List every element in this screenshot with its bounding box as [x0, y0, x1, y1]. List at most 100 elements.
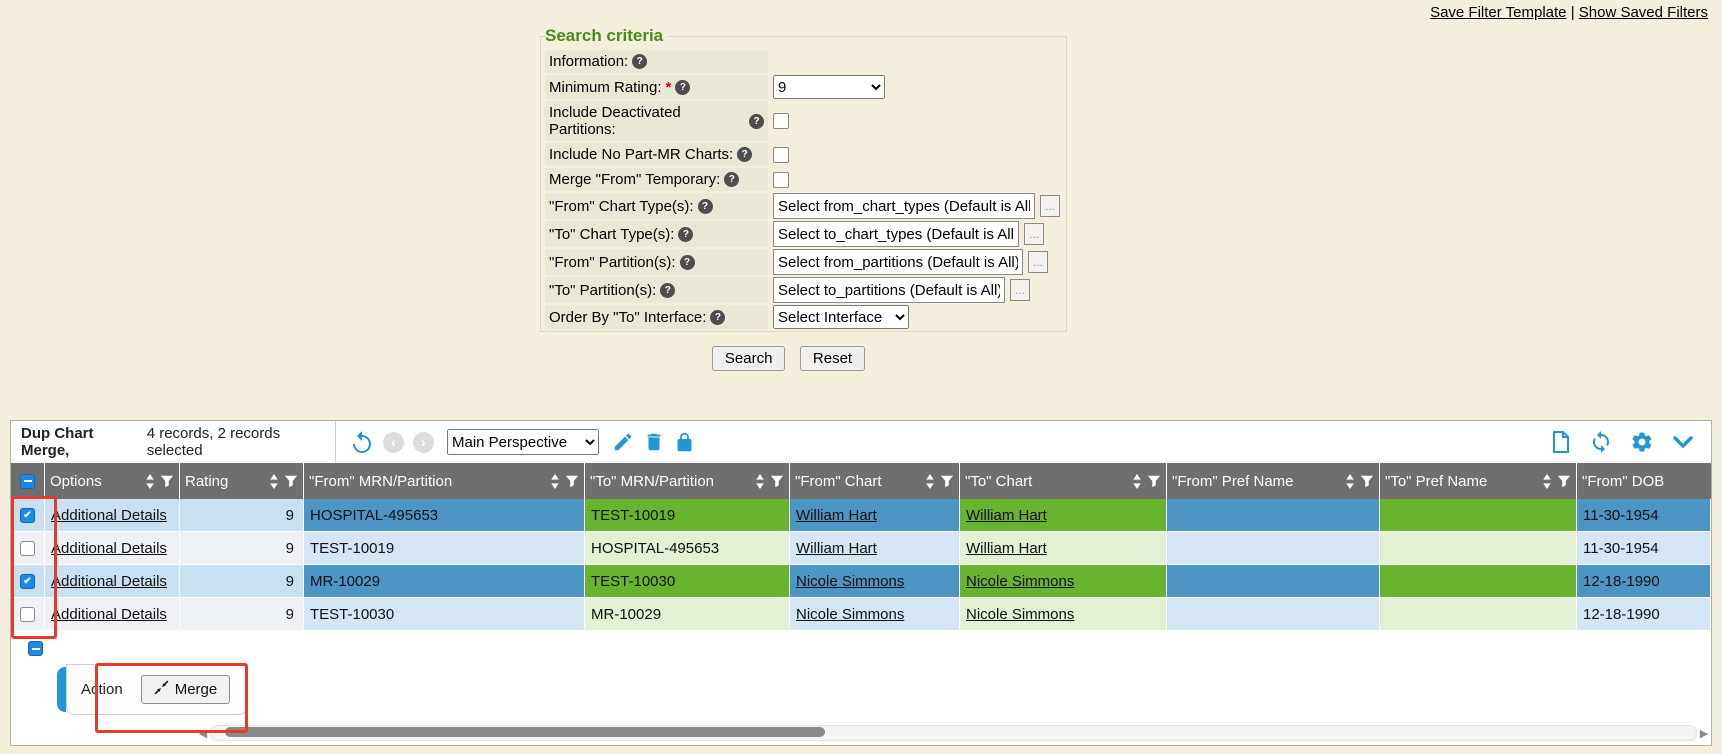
refresh-icon[interactable] [1589, 430, 1613, 454]
row-checkbox[interactable] [20, 574, 35, 589]
column-header-to-chart[interactable]: "To" Chart [960, 463, 1167, 499]
trash-icon[interactable] [643, 431, 665, 453]
order-by-interface-select[interactable]: Select Interface [773, 305, 909, 329]
sort-icon[interactable] [145, 474, 155, 489]
table-row: Additional Details 9 TEST-10030 MR-10029… [11, 598, 1711, 631]
save-filter-template-link[interactable]: Save Filter Template [1430, 4, 1566, 21]
to-partitions-input[interactable] [773, 277, 1005, 303]
search-button[interactable]: Search [712, 346, 786, 371]
include-no-partmr-charts-checkbox[interactable] [773, 147, 789, 163]
column-header-from-chart[interactable]: "From" Chart [790, 463, 960, 499]
from-chart-link[interactable]: Nicole Simmons [796, 573, 904, 590]
scrollbar-thumb[interactable] [225, 727, 825, 737]
scroll-left-arrow[interactable]: ◀ [196, 727, 210, 740]
select-all-footer-checkbox[interactable] [28, 641, 43, 656]
field-label-text: "From" Chart Type(s): [549, 198, 694, 215]
select-all-checkbox[interactable] [20, 474, 35, 489]
sort-icon[interactable] [1345, 474, 1355, 489]
help-icon[interactable]: ? [680, 255, 695, 270]
from-dob-cell: 11-30-1954 [1577, 499, 1711, 532]
include-deactivated-partitions-checkbox[interactable] [773, 113, 789, 129]
to-chart-link[interactable]: William Hart [966, 540, 1047, 557]
from-chart-types-input[interactable] [773, 193, 1035, 219]
to-chart-types-input[interactable] [773, 221, 1019, 247]
column-header-from-pref-name[interactable]: "From" Pref Name [1167, 463, 1380, 499]
help-icon[interactable]: ? [749, 114, 764, 129]
help-icon[interactable]: ? [632, 54, 647, 69]
to-chart-types-browse-button[interactable]: ... [1024, 223, 1044, 245]
additional-details-link[interactable]: Additional Details [51, 573, 167, 590]
from-chart-types-browse-button[interactable]: ... [1040, 195, 1060, 217]
to-chart-link[interactable]: Nicole Simmons [966, 606, 1074, 623]
help-icon[interactable]: ? [737, 147, 752, 162]
help-icon[interactable]: ? [698, 199, 713, 214]
minimum-rating-select[interactable]: 9 [773, 75, 885, 99]
grid-header-row: Options Rating "From" MRN/Partition "To"… [11, 463, 1711, 499]
help-icon[interactable]: ? [660, 283, 675, 298]
reset-button[interactable]: Reset [800, 346, 865, 371]
row-checkbox[interactable] [20, 607, 35, 622]
nav-back-icon[interactable]: ‹ [383, 432, 404, 453]
row-checkbox[interactable] [20, 508, 35, 523]
show-saved-filters-link[interactable]: Show Saved Filters [1579, 4, 1708, 21]
merge-from-temporary-checkbox[interactable] [773, 172, 789, 188]
from-partitions-input[interactable] [773, 249, 1023, 275]
scrollbar-track[interactable] [210, 725, 1697, 741]
from-chart-link[interactable]: Nicole Simmons [796, 606, 904, 623]
sort-icon[interactable] [755, 474, 765, 489]
sort-icon[interactable] [1542, 474, 1552, 489]
edit-pencil-icon[interactable] [612, 431, 634, 453]
filter-funnel-icon[interactable] [940, 474, 954, 488]
perspective-select[interactable]: Main Perspective [447, 429, 599, 455]
sort-icon[interactable] [925, 474, 935, 489]
from-chart-link[interactable]: William Hart [796, 507, 877, 524]
column-header-to-mrn[interactable]: "To" MRN/Partition [585, 463, 790, 499]
collapse-chevron-icon[interactable] [1671, 433, 1695, 451]
to-pref-name-cell [1380, 598, 1577, 631]
to-chart-link[interactable]: William Hart [966, 507, 1047, 524]
filter-links: Save Filter Template | Show Saved Filter… [1430, 4, 1708, 21]
column-header-from-dob[interactable]: "From" DOB [1577, 463, 1711, 499]
scroll-right-arrow[interactable]: ▶ [1697, 727, 1711, 740]
filter-funnel-icon[interactable] [1147, 474, 1161, 488]
horizontal-scrollbar[interactable]: ◀ ▶ [11, 725, 1711, 741]
additional-details-link[interactable]: Additional Details [51, 606, 167, 623]
additional-details-link[interactable]: Additional Details [51, 507, 167, 524]
from-chart-link[interactable]: William Hart [796, 540, 877, 557]
filter-funnel-icon[interactable] [1557, 474, 1571, 488]
help-icon[interactable]: ? [710, 310, 725, 325]
column-header-to-pref-name[interactable]: "To" Pref Name [1380, 463, 1577, 499]
to-chart-link[interactable]: Nicole Simmons [966, 573, 1074, 590]
undo-icon[interactable] [350, 430, 374, 454]
filter-funnel-icon[interactable] [1360, 474, 1374, 488]
to-mrn-cell: MR-10029 [585, 598, 790, 631]
to-partitions-browse-button[interactable]: ... [1010, 279, 1030, 301]
filter-funnel-icon[interactable] [770, 474, 784, 488]
new-document-icon[interactable] [1550, 430, 1572, 454]
to-pref-name-cell [1380, 499, 1577, 532]
settings-gear-icon[interactable] [1630, 430, 1654, 454]
to-partitions-label: "To" Partition(s): ? [545, 277, 768, 303]
merge-button[interactable]: Merge [141, 675, 231, 704]
additional-details-link[interactable]: Additional Details [51, 540, 167, 557]
help-icon[interactable]: ? [675, 80, 690, 95]
from-partitions-browse-button[interactable]: ... [1028, 251, 1048, 273]
column-header-rating[interactable]: Rating [180, 463, 304, 499]
nav-forward-icon[interactable]: › [413, 432, 434, 453]
filter-funnel-icon[interactable] [160, 474, 174, 488]
help-icon[interactable]: ? [678, 227, 693, 242]
field-label-text: Information: [549, 53, 628, 70]
help-icon[interactable]: ? [724, 172, 739, 187]
filter-funnel-icon[interactable] [565, 474, 579, 488]
row-checkbox[interactable] [20, 541, 35, 556]
rating-cell: 9 [180, 565, 304, 598]
column-header-from-mrn[interactable]: "From" MRN/Partition [304, 463, 585, 499]
filter-funnel-icon[interactable] [284, 474, 298, 488]
sort-icon[interactable] [550, 474, 560, 489]
field-label-text: Minimum Rating: [549, 79, 662, 96]
sort-icon[interactable] [1132, 474, 1142, 489]
sort-icon[interactable] [269, 474, 279, 489]
column-header-options[interactable]: Options [45, 463, 180, 499]
table-row: Additional Details 9 MR-10029 TEST-10030… [11, 565, 1711, 598]
lock-icon[interactable] [674, 432, 695, 453]
